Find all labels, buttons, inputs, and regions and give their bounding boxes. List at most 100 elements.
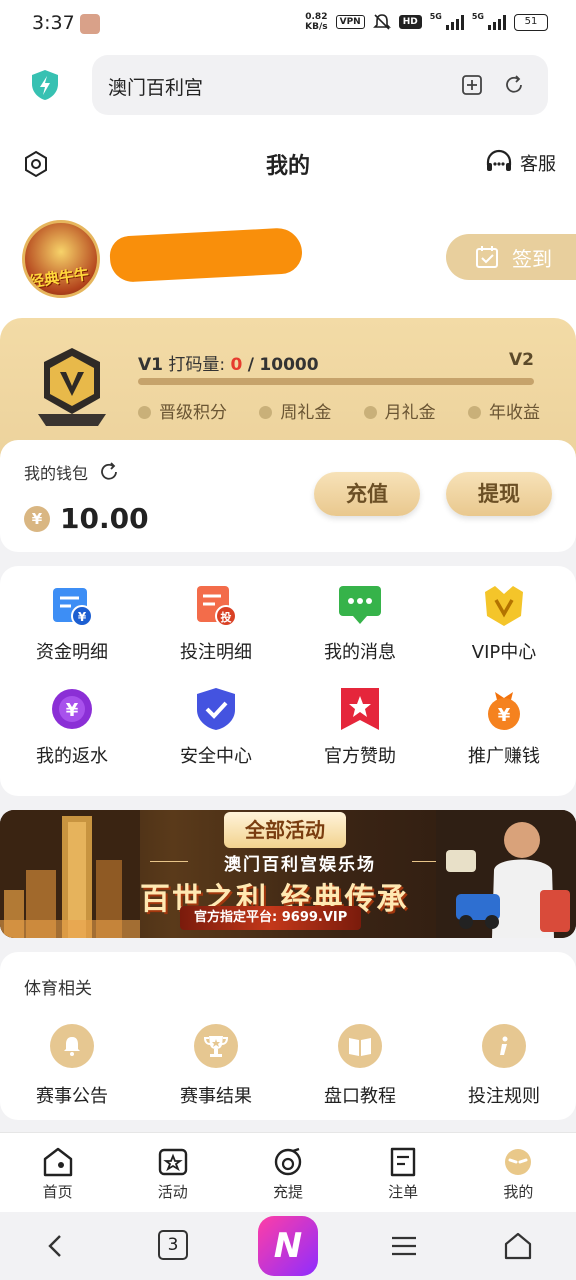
sports-label: 盘口教程 <box>324 1086 396 1107</box>
home-nav-icon[interactable] <box>502 1230 534 1262</box>
network-speed-unit: KB/s <box>305 22 328 32</box>
app-launcher-icon[interactable]: N <box>258 1216 318 1276</box>
info-icon <box>482 1024 526 1068</box>
vip-progress-bar <box>138 378 534 385</box>
refresh-icon[interactable] <box>502 73 526 97</box>
perk-item: 月礼金 <box>364 398 436 423</box>
network-speed-value: 0.82 <box>305 12 328 22</box>
banner-man-image <box>436 810 576 938</box>
perk-item: 周礼金 <box>259 398 331 423</box>
username-redaction <box>108 227 304 283</box>
tab-home[interactable]: 首页 <box>0 1133 115 1212</box>
sponsor-icon <box>341 688 379 730</box>
menu-label: 资金明细 <box>36 642 108 663</box>
menu-label: 我的返水 <box>36 746 108 767</box>
tab-bet-slip[interactable]: 注单 <box>346 1133 461 1212</box>
wallet-balance: ¥ 10.00 <box>24 502 149 535</box>
balance-amount: 10.00 <box>60 502 149 535</box>
currency-icon: ¥ <box>24 505 50 532</box>
menu-item-promote[interactable]: ¥ 推广赚钱 <box>432 686 576 790</box>
customer-service-label: 客服 <box>520 154 556 175</box>
back-icon[interactable] <box>40 1230 72 1262</box>
status-time: 3:37 <box>32 12 75 34</box>
vip-perks: 晋级积分 周礼金 月礼金 年收益 <box>138 398 540 423</box>
tab-label: 我的 <box>503 1183 534 1201</box>
sports-item-rules[interactable]: 投注规则 <box>432 1024 576 1108</box>
vip-icon <box>485 586 523 626</box>
perk-item: 晋级积分 <box>138 398 227 423</box>
vip-next-level: V2 <box>509 350 534 370</box>
bet-target: 10000 <box>259 355 319 375</box>
status-indicators: 0.82 KB/s VPN HD 5G 5G 51 <box>305 12 548 32</box>
wallet-card: 我的钱包 ¥ 10.00 充值 提现 <box>0 440 576 552</box>
bet-label: 打码量: <box>168 355 226 375</box>
menu-icon[interactable] <box>388 1230 420 1262</box>
banner-platform: 官方指定平台: 9699.VIP <box>180 906 362 930</box>
menu-label: 投注明细 <box>180 642 252 663</box>
message-icon <box>339 586 381 624</box>
hd-icon: HD <box>398 15 422 29</box>
tab-profile[interactable]: 我的 <box>461 1133 576 1212</box>
network-speed: 0.82 KB/s <box>305 12 327 32</box>
promote-icon: ¥ <box>488 692 520 730</box>
menu-item-rebate[interactable]: ¥ 我的返水 <box>0 686 144 790</box>
bet-details-icon: 投 <box>197 586 237 627</box>
bet-slip-icon <box>390 1147 416 1177</box>
deposit-icon <box>274 1147 302 1176</box>
mute-bell-icon <box>372 14 391 30</box>
menu-label: VIP中心 <box>471 642 537 663</box>
address-text[interactable]: 澳门百利宫 <box>108 73 203 100</box>
menu-item-vip-center[interactable]: VIP中心 <box>432 582 576 686</box>
bottom-tab-bar: 首页 活动 充提 注单 我的 <box>0 1132 576 1212</box>
feature-menu: ¥ 资金明细 投 投注明细 我的消息 VIP中心 ¥ 我的返水 安全中心 官方赞… <box>0 566 576 796</box>
shield-bolt-icon[interactable] <box>28 68 62 102</box>
withdraw-button[interactable]: 提现 <box>446 472 552 516</box>
menu-label: 官方赞助 <box>324 746 396 767</box>
all-activities-tab[interactable]: 全部活动 <box>224 812 346 848</box>
menu-item-security[interactable]: 安全中心 <box>144 686 288 790</box>
vip-level-line: V1 打码量: 0 / 10000 <box>138 350 319 375</box>
sports-title: 体育相关 <box>24 979 92 999</box>
tab-label: 首页 <box>42 1183 73 1201</box>
recharge-button[interactable]: 充值 <box>314 472 420 516</box>
bell-icon <box>50 1024 94 1068</box>
trophy-icon <box>194 1024 238 1068</box>
tab-label: 充提 <box>272 1183 303 1201</box>
add-tab-icon[interactable] <box>460 73 484 97</box>
sports-item-announcement[interactable]: 赛事公告 <box>0 1024 144 1108</box>
vpn-icon: VPN <box>335 15 365 29</box>
wallet-label-row: 我的钱包 <box>24 460 120 484</box>
tab-deposit[interactable]: 充提 <box>230 1133 345 1212</box>
avatar[interactable]: 经典牛牛 <box>22 220 100 298</box>
signal-5g-label-2: 5G <box>471 12 484 21</box>
wallet-label: 我的钱包 <box>24 464 89 483</box>
tabs-count-button[interactable]: 3 <box>158 1230 188 1260</box>
sports-label: 赛事结果 <box>180 1086 252 1107</box>
customer-service-button[interactable]: 客服 <box>484 148 556 178</box>
notification-app-icon <box>80 14 100 34</box>
rebate-icon: ¥ <box>52 689 92 729</box>
banner-subtitle: 澳门百利宫娱乐场 <box>150 850 450 875</box>
tab-activity[interactable]: 活动 <box>115 1133 230 1212</box>
menu-item-sponsor[interactable]: 官方赞助 <box>288 686 432 790</box>
promo-banner[interactable]: 全部活动 澳门百利宫娱乐场 百世之利 经典传承 官方指定平台: 9699.VIP <box>0 810 576 938</box>
book-icon <box>338 1024 382 1068</box>
address-bar[interactable]: 澳门百利宫 <box>92 55 548 115</box>
menu-item-fund-details[interactable]: ¥ 资金明细 <box>0 582 144 686</box>
svg-text:¥: ¥ <box>498 705 511 726</box>
sports-items: 赛事公告 赛事结果 盘口教程 投注规则 <box>0 1024 576 1108</box>
headset-icon <box>486 149 512 171</box>
fund-details-icon: ¥ <box>53 588 93 627</box>
sports-item-results[interactable]: 赛事结果 <box>144 1024 288 1108</box>
menu-item-bet-details[interactable]: 投 投注明细 <box>144 582 288 686</box>
menu-item-messages[interactable]: 我的消息 <box>288 582 432 686</box>
avatar-text: 经典牛牛 <box>28 264 91 292</box>
refresh-balance-icon[interactable] <box>98 461 120 483</box>
sports-item-tutorial[interactable]: 盘口教程 <box>288 1024 432 1108</box>
sports-label: 赛事公告 <box>36 1086 108 1107</box>
vip-badge-icon <box>38 348 106 426</box>
menu-label: 我的消息 <box>324 642 396 663</box>
signin-button[interactable]: 签到 <box>446 234 576 280</box>
activity-star-icon <box>158 1148 187 1176</box>
city-skyline-image <box>0 810 140 938</box>
